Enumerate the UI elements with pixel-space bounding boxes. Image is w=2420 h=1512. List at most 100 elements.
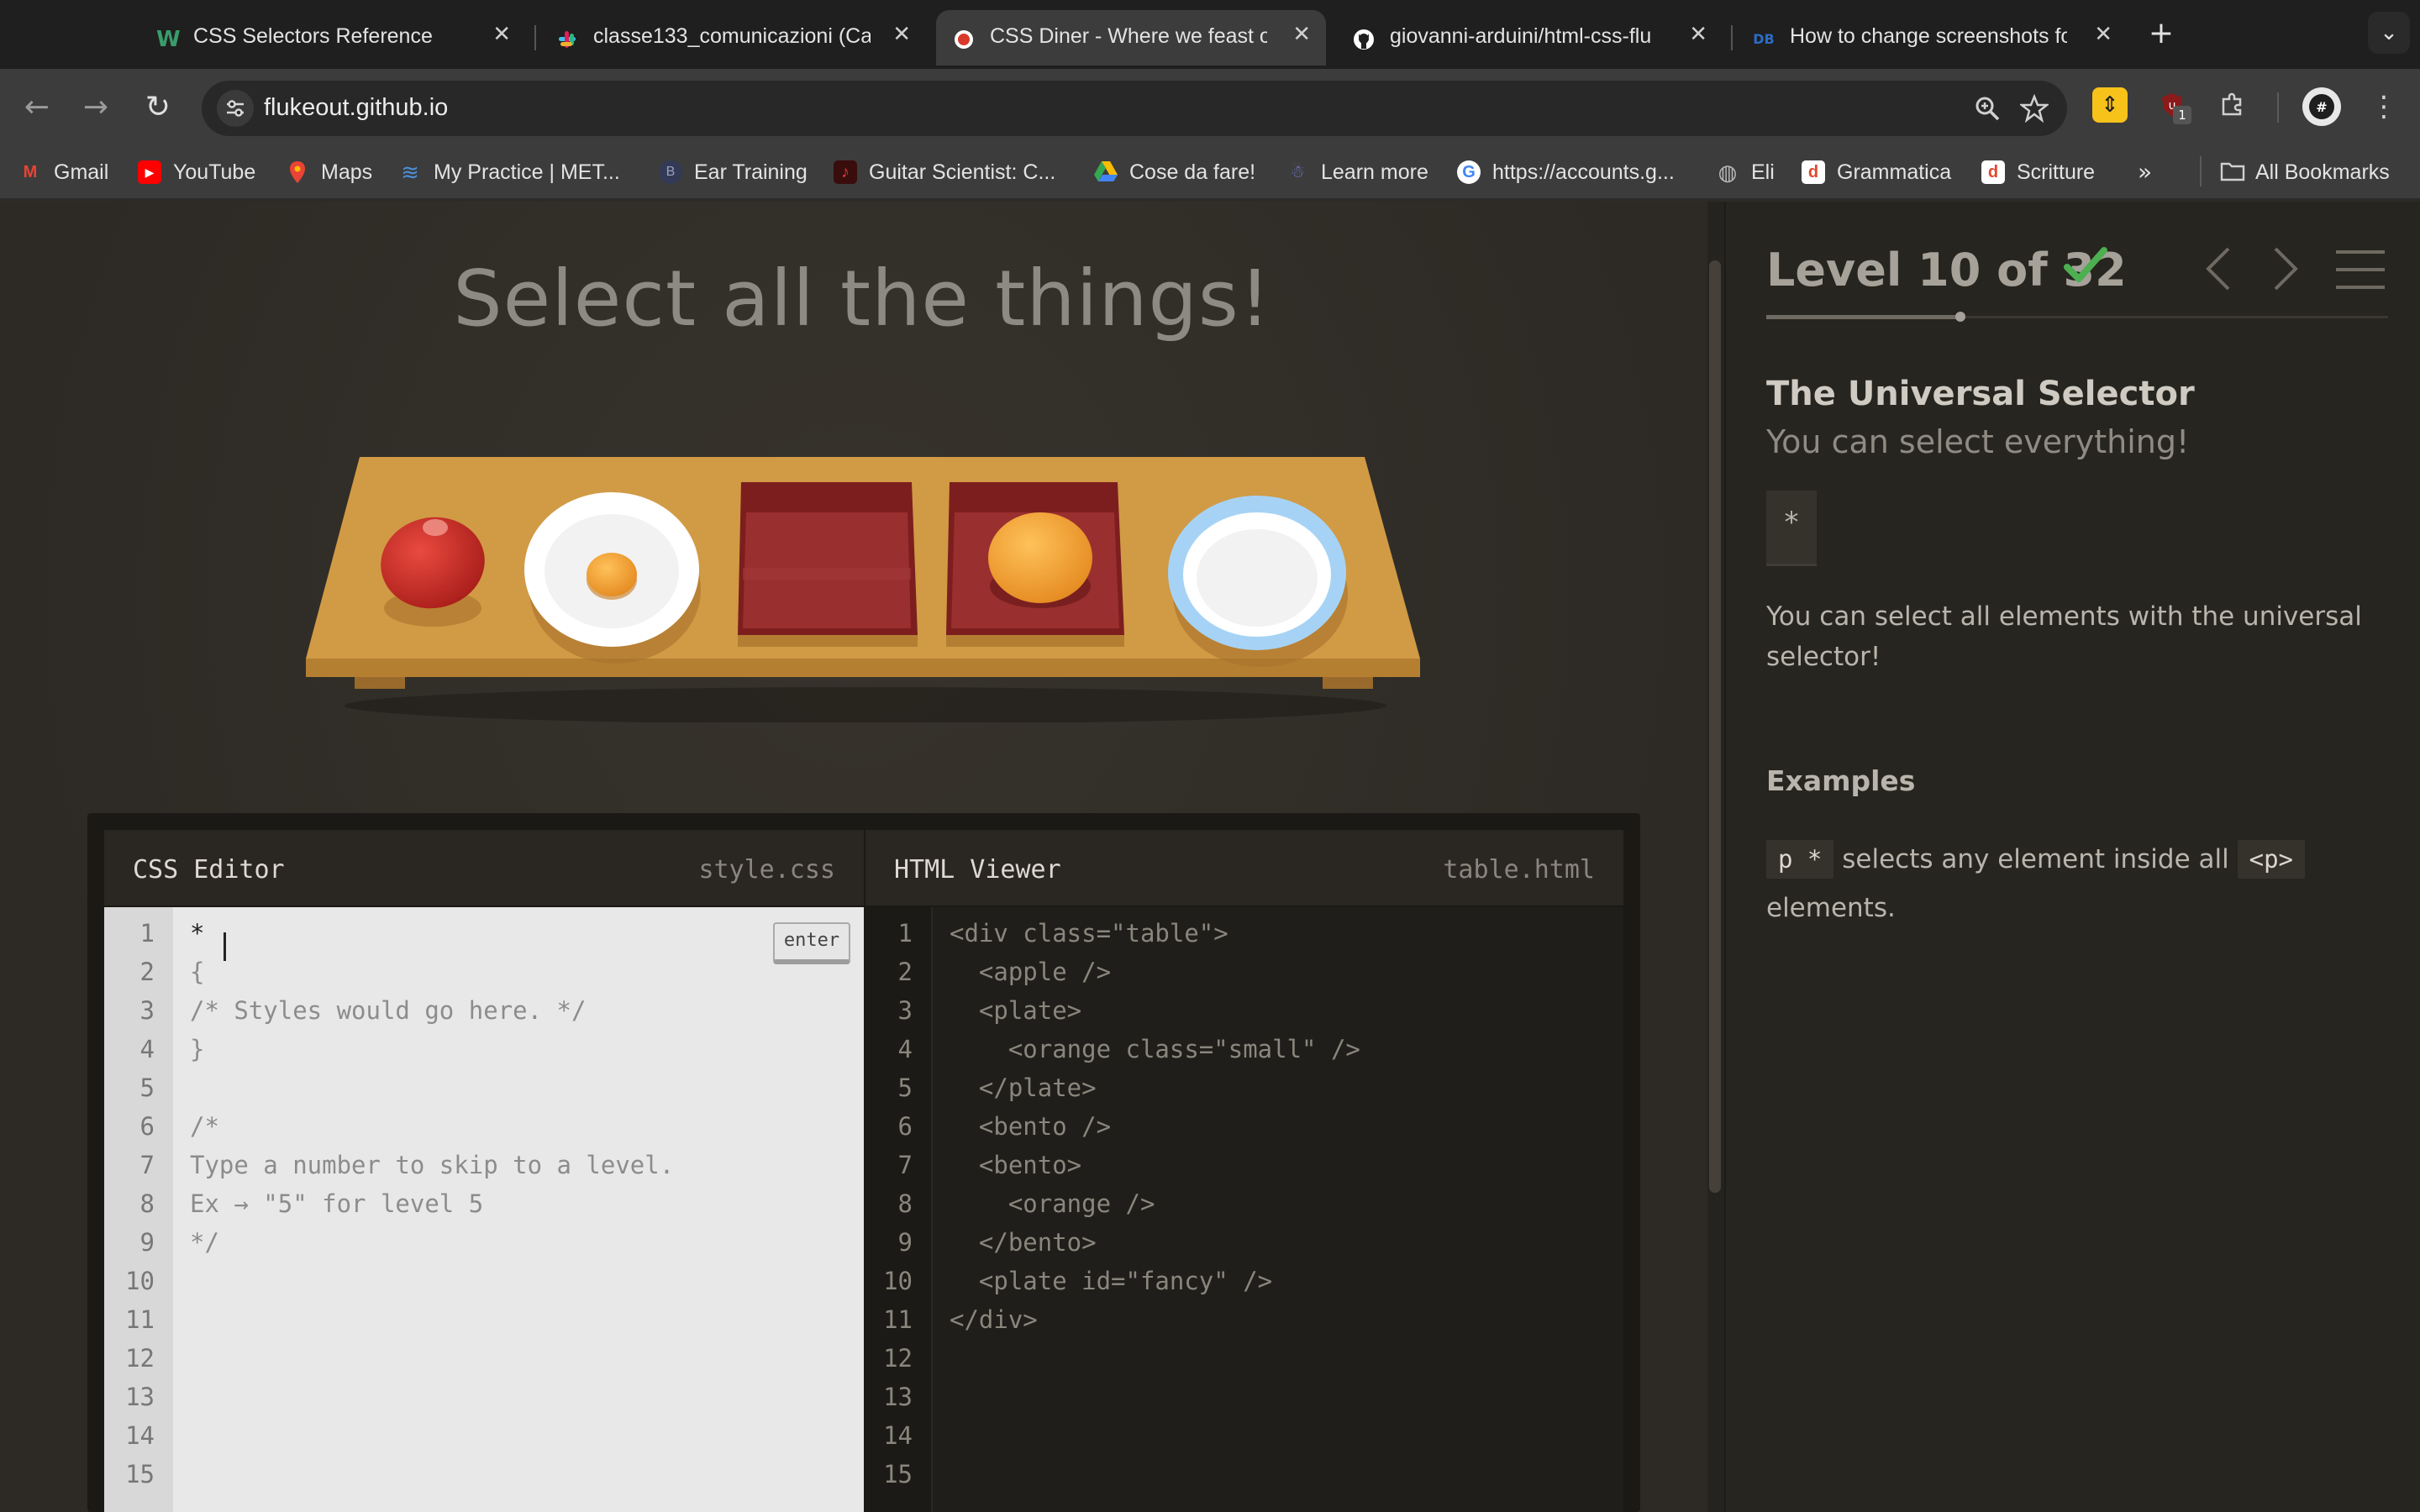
bookmark-scritture[interactable]: d Scritture <box>1981 158 2095 186</box>
code-line: } <box>190 1035 205 1063</box>
extension-badge: 1 <box>2173 106 2191 124</box>
zoom-icon[interactable] <box>1970 91 2005 126</box>
bookmark-cose-da-fare[interactable]: Cose da fare! <box>1094 158 1255 186</box>
code-line: </bento> <box>950 1228 1097 1257</box>
bookmark-maps[interactable]: Maps <box>286 158 372 186</box>
code-line: <div class="table"> <box>950 919 1228 948</box>
browser-menu-icon[interactable]: ⋮ <box>2370 87 2398 126</box>
css-editor-filename: style.css <box>698 855 835 885</box>
level-progress-marker <box>1955 312 1966 322</box>
bookmark-learn-more[interactable]: ☃ Learn more <box>1286 158 1428 186</box>
bookmark-label: Ear Training <box>694 160 808 184</box>
bookmark-google-accounts[interactable]: Ghttps://accounts.g... <box>1457 158 1675 186</box>
tab-close-icon[interactable]: ✕ <box>1689 22 1707 47</box>
code-line: Ex → "5" for level 5 <box>190 1189 484 1218</box>
tab-close-icon[interactable]: ✕ <box>892 22 911 47</box>
bookmark-label: Grammatica <box>1837 160 1952 184</box>
new-tab-button[interactable]: + <box>2141 13 2181 54</box>
line-number: 1 <box>897 919 913 948</box>
tab-close-icon[interactable]: ✕ <box>1292 22 1311 47</box>
line-number: 11 <box>883 1305 913 1334</box>
tab-close-icon[interactable]: ✕ <box>492 22 511 47</box>
tab-css-diner[interactable]: CSS Diner - Where we feast o ✕ <box>936 10 1326 66</box>
next-level-icon[interactable] <box>2269 244 2302 294</box>
profile-avatar-icon[interactable]: # <box>2302 87 2341 126</box>
orange-small[interactable] <box>587 553 637 596</box>
bookmark-grammatica[interactable]: d Grammatica <box>1802 158 1951 186</box>
bookmark-label: All Bookmarks <box>2255 160 2390 184</box>
bookmark-gmail[interactable]: M Gmail <box>18 158 109 186</box>
bookmarks-bar: M Gmail ▶ YouTube Maps ≋ My Practice | MET.… <box>0 144 2420 200</box>
line-number: 1 <box>139 919 155 948</box>
line-number: 11 <box>125 1305 155 1334</box>
line-number: 5 <box>139 1074 155 1102</box>
tab-github-repo[interactable]: giovanni-arduini/html-css-flu ✕ <box>1336 10 1723 66</box>
previous-level-icon[interactable] <box>2202 244 2235 294</box>
all-bookmarks-button[interactable]: All Bookmarks <box>2220 158 2390 186</box>
bookmark-label: Learn more <box>1321 160 1428 184</box>
line-number: 15 <box>883 1460 913 1488</box>
html-line-numbers: 1 2 3 4 5 6 7 8 9 10 11 12 13 14 15 <box>864 907 933 1512</box>
tab-css-selectors-reference[interactable]: W CSS Selectors Reference ✕ <box>139 10 526 66</box>
gmail-icon: M <box>23 163 38 181</box>
youtube-icon: ▶ <box>138 160 161 184</box>
line-number: 12 <box>125 1344 155 1373</box>
learn-icon: ☃ <box>1290 163 1305 181</box>
bookmark-label: https://accounts.g... <box>1492 160 1675 184</box>
bookmarks-separator <box>2200 156 2202 186</box>
dining-table <box>302 454 1428 722</box>
forward-arrow-icon[interactable]: → <box>76 87 116 128</box>
enter-button[interactable]: enter <box>773 922 850 964</box>
page-scrollbar-thumb[interactable] <box>1709 260 1721 1193</box>
bookmark-label: Maps <box>321 160 373 184</box>
selector-name: The Universal Selector <box>1766 375 2195 413</box>
extension-ublock-icon[interactable]: u 1 <box>2154 87 2191 124</box>
bookmark-eli[interactable]: ◍ Eli <box>1716 158 1775 186</box>
line-number: 10 <box>883 1267 913 1295</box>
html-viewer-title: HTML Viewer <box>894 855 1061 885</box>
tab-search-chevron-icon[interactable]: ⌄ <box>2368 12 2410 54</box>
code-line: <orange class="small" /> <box>950 1035 1360 1063</box>
bookmark-youtube[interactable]: ▶ YouTube <box>138 158 255 186</box>
more-bookmarks-chevron-icon[interactable]: » <box>2138 158 2152 186</box>
level-menu-hamburger-icon[interactable] <box>2334 249 2386 291</box>
line-number: 12 <box>883 1344 913 1373</box>
bookmark-star-icon[interactable] <box>2017 91 2052 126</box>
address-bar[interactable]: flukeout.github.io <box>202 81 2067 136</box>
back-arrow-icon[interactable]: ← <box>17 87 57 128</box>
css-editor-header: CSS Editor style.css <box>104 830 864 907</box>
code-line: <bento> <box>950 1151 1082 1179</box>
tab-close-icon[interactable]: ✕ <box>2094 22 2112 47</box>
extension-arrows-icon[interactable]: ⇕ <box>2092 87 2128 123</box>
css-editor[interactable]: 1 2 3 4 5 6 7 8 9 10 11 12 13 14 15 *{/* Styles would … <box>104 907 864 1512</box>
site-settings-icon[interactable] <box>217 90 254 127</box>
svg-text:#: # <box>2316 99 2327 115</box>
tab-title: CSS Selectors Reference <box>193 24 433 48</box>
line-number: 13 <box>125 1383 155 1411</box>
orange[interactable] <box>988 512 1092 603</box>
extensions-puzzle-icon[interactable] <box>2215 87 2250 123</box>
line-number: 15 <box>125 1460 155 1488</box>
line-number: 9 <box>139 1228 155 1257</box>
bookmark-ear-training[interactable]: B Ear Training <box>659 158 808 186</box>
tab-title: classe133_comunicazioni (Ca <box>593 24 871 48</box>
example-code: p * <box>1766 840 1834 879</box>
tab-classe133[interactable]: classe133_comunicazioni (Ca ✕ <box>539 10 926 66</box>
code-line: </div> <box>950 1305 1038 1334</box>
code-line: <apple /> <box>950 958 1112 986</box>
met-icon: ≋ <box>401 160 419 185</box>
scritture-icon: d <box>1981 160 2005 184</box>
line-number: 9 <box>897 1228 913 1257</box>
tab-separator <box>1731 25 1733 50</box>
bookmark-my-practice[interactable]: ≋ My Practice | MET... <box>398 158 620 186</box>
example-text: elements. <box>1766 893 1896 923</box>
bookmark-guitar-scientist[interactable]: ♪ Guitar Scientist: C... <box>834 158 1055 186</box>
level-sidebar: Level 10 of 32 The Universal Selector Yo… <box>1724 202 2420 1512</box>
tab-change-screenshots[interactable]: DB How to change screenshots fo ✕ <box>1736 10 2128 66</box>
bookmark-label: Cose da fare! <box>1129 160 1256 184</box>
w3schools-favicon-icon: W <box>156 27 181 52</box>
selector-syntax: * <box>1766 491 1817 566</box>
db-favicon-icon: DB <box>1753 29 1775 50</box>
bookmark-label: YouTube <box>173 160 256 184</box>
reload-icon[interactable]: ↻ <box>138 87 178 128</box>
